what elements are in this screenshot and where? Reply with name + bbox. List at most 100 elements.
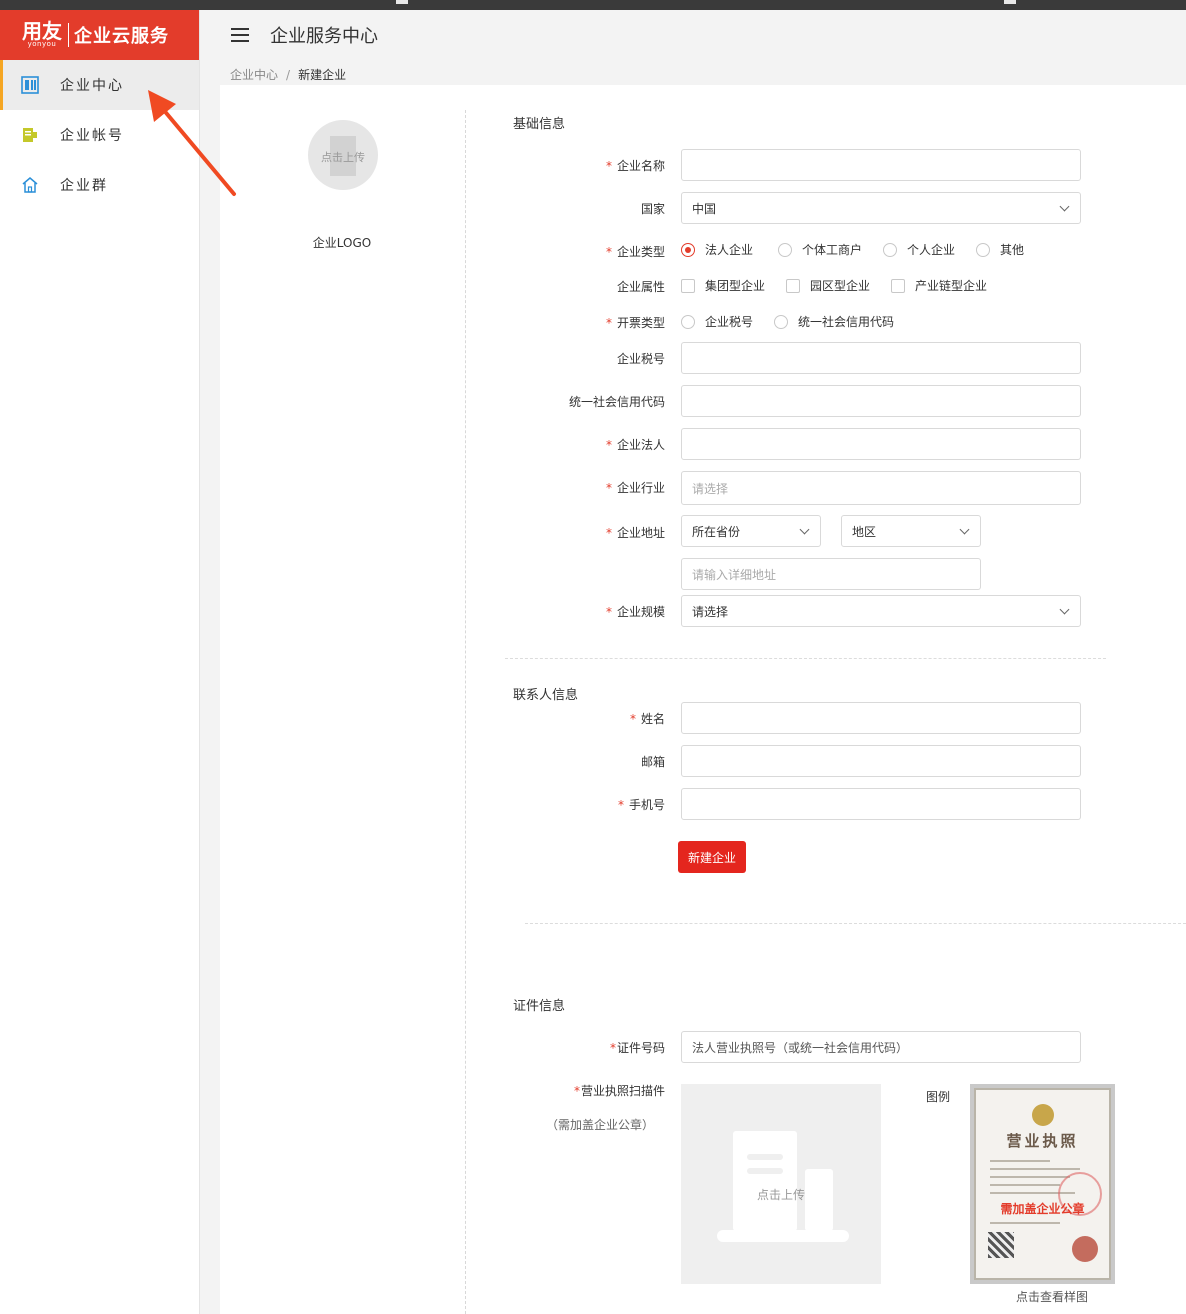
company-type-radios: 法人企业 个体工商户 个人企业 其他 xyxy=(681,241,1024,258)
page-header: 企业服务中心 xyxy=(200,10,1186,60)
sample-text-line xyxy=(990,1176,1070,1178)
app-logo[interactable]: 用友 yonyou 企业云服务 xyxy=(0,10,199,60)
company-type-option[interactable]: 个体工商户 xyxy=(778,241,862,258)
cert-no-input[interactable]: 法人营业执照号（或统一社会信用代码） xyxy=(681,1031,1081,1063)
company-name-input[interactable] xyxy=(681,149,1081,181)
example-label: 图例 xyxy=(926,1090,951,1104)
company-attr-option[interactable]: 园区型企业 xyxy=(786,277,870,294)
sample-text-line xyxy=(990,1222,1060,1224)
company-attr-option[interactable]: 产业链型企业 xyxy=(891,277,987,294)
company-type-option[interactable]: 其他 xyxy=(976,241,1024,258)
sample-text-line xyxy=(990,1160,1050,1162)
license-upload-text: 点击上传 xyxy=(756,1188,805,1202)
registration-seal-icon xyxy=(1072,1236,1098,1262)
tax-no-input[interactable] xyxy=(681,342,1081,374)
cert-no-label: *证件号码 xyxy=(609,1041,665,1055)
scan-label: *营业执照扫描件 xyxy=(573,1084,665,1098)
view-sample-link[interactable]: 点击查看样图 xyxy=(1016,1288,1088,1305)
license-sample-image[interactable]: 营业执照 需加盖企业公章 xyxy=(970,1084,1115,1284)
credit-code-input[interactable] xyxy=(681,385,1081,417)
license-sample-paper: 营业执照 需加盖企业公章 xyxy=(974,1088,1111,1280)
checkbox[interactable] xyxy=(891,278,906,293)
top-bar-mark xyxy=(1004,0,1016,4)
credit-code-label: 统一社会信用代码 xyxy=(568,395,665,409)
phone-label: * 手机号 xyxy=(617,798,665,812)
section-title-basic: 基础信息 xyxy=(513,117,566,132)
sample-text-line xyxy=(990,1184,1060,1186)
scan-note: （需加盖企业公章） xyxy=(545,1118,654,1132)
invoice-type-option[interactable]: 统一社会信用代码 xyxy=(774,313,894,330)
company-type-option[interactable]: 法人企业 xyxy=(681,241,753,258)
qr-code-icon xyxy=(988,1232,1014,1258)
company-attr-option[interactable]: 集团型企业 xyxy=(681,277,765,294)
brand-cn: 用友 xyxy=(22,19,62,43)
section-title-certificate: 证件信息 xyxy=(513,999,566,1014)
region-select[interactable]: 地区 xyxy=(841,515,981,547)
legal-person-input[interactable] xyxy=(681,428,1081,460)
logo-divider xyxy=(68,23,69,47)
tax-no-label: 企业税号 xyxy=(616,352,665,366)
industry-label: * 企业行业 xyxy=(605,481,665,495)
checkbox[interactable] xyxy=(786,278,801,293)
scale-select[interactable]: 请选择 xyxy=(681,595,1081,627)
sample-stamp-note: 需加盖企业公章 xyxy=(1000,1202,1085,1216)
phone-input[interactable] xyxy=(681,788,1081,820)
scale-label: * 企业规模 xyxy=(605,605,665,619)
email-input[interactable] xyxy=(681,745,1081,777)
logo-upload-text: 点击上传 xyxy=(321,151,365,164)
industry-select[interactable]: 请选择 xyxy=(681,471,1081,505)
radio-unchecked[interactable] xyxy=(883,242,898,257)
invoice-type-option[interactable]: 企业税号 xyxy=(681,313,753,330)
column-divider xyxy=(465,110,466,1314)
country-label: 国家 xyxy=(640,202,665,216)
contact-name-input[interactable] xyxy=(681,702,1081,734)
contact-name-label: * 姓名 xyxy=(629,712,665,726)
license-upload-box[interactable]: 点击上传 xyxy=(681,1084,881,1284)
building-icon xyxy=(733,1131,797,1231)
create-company-button[interactable]: 新建企业 xyxy=(678,841,746,873)
province-select[interactable]: 所在省份 xyxy=(681,515,821,547)
breadcrumb-current: 新建企业 xyxy=(298,68,347,82)
company-attr-checkboxes: 集团型企业 园区型企业 产业链型企业 xyxy=(681,277,987,294)
page-title: 企业服务中心 xyxy=(270,26,378,47)
breadcrumb-parent[interactable]: 企业中心 xyxy=(230,68,278,82)
address-detail-input[interactable]: 请输入详细地址 xyxy=(681,558,981,590)
section-divider xyxy=(525,923,1186,924)
invoice-type-radios: 企业税号 统一社会信用代码 xyxy=(681,313,894,330)
brand-en: yonyou xyxy=(27,40,57,48)
company-attr-label: 企业属性 xyxy=(616,280,665,294)
service-name: 企业云服务 xyxy=(74,26,169,47)
sidebar-item-label: 企业帐号 xyxy=(60,128,124,144)
logo-upload-button[interactable]: 点击上传 xyxy=(308,120,378,190)
breadcrumb-separator: / xyxy=(286,68,291,82)
logo-label: 企业LOGO xyxy=(312,236,372,250)
enterprise-center-icon xyxy=(20,75,40,95)
building-base xyxy=(717,1230,849,1242)
company-type-label: * 企业类型 xyxy=(605,245,665,259)
radio-unchecked[interactable] xyxy=(774,314,789,329)
sidebar: 用友 yonyou 企业云服务 企业中心 企业帐号 企业群 xyxy=(0,10,200,1314)
checkbox[interactable] xyxy=(681,278,695,293)
browser-top-bar xyxy=(0,0,1186,10)
national-emblem-icon xyxy=(1032,1104,1054,1126)
top-bar-mark xyxy=(396,0,408,4)
brand-mark: 用友 yonyou xyxy=(22,19,62,48)
sample-cert-title: 营业执照 xyxy=(1006,1132,1079,1150)
home-icon xyxy=(20,175,40,195)
radio-unchecked[interactable] xyxy=(681,314,695,329)
radio-unchecked[interactable] xyxy=(778,242,793,257)
section-title-contact: 联系人信息 xyxy=(513,688,579,703)
enterprise-account-icon xyxy=(20,125,40,145)
company-type-option[interactable]: 个人企业 xyxy=(883,241,955,258)
address-label: * 企业地址 xyxy=(605,526,665,540)
country-select[interactable]: 中国 xyxy=(681,192,1081,224)
radio-checked[interactable] xyxy=(681,242,695,257)
menu-toggle-icon[interactable] xyxy=(231,28,249,42)
section-divider xyxy=(505,658,1106,659)
radio-unchecked[interactable] xyxy=(976,242,991,257)
sidebar-item-label: 企业群 xyxy=(60,178,108,194)
sample-text-line xyxy=(990,1168,1080,1170)
building-window xyxy=(747,1168,783,1174)
sidebar-item-label: 企业中心 xyxy=(60,78,124,94)
building-window xyxy=(747,1154,783,1160)
